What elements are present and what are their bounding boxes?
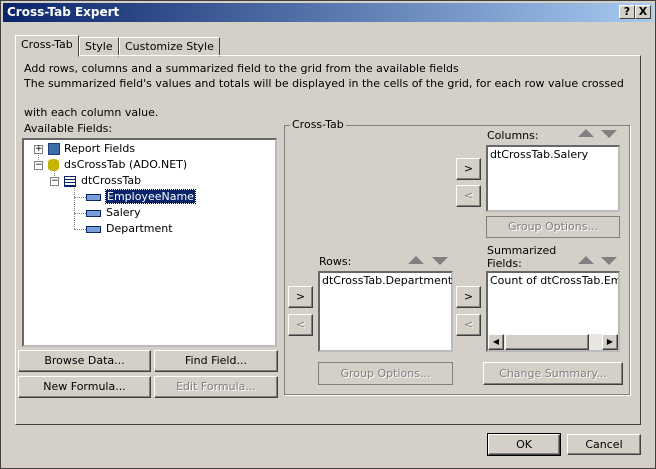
tree-item-label: dsCrossTab (ADO.NET) [64,158,188,171]
rows-group-options-button[interactable]: Group Options... [318,362,453,385]
horizontal-scrollbar[interactable]: ◀ ▶ [488,334,618,350]
summarized-fields-label-2: Fields: [487,257,522,270]
add-row-button[interactable]: > [288,286,313,308]
field-icon [86,225,101,233]
close-button[interactable]: X [635,5,651,19]
add-column-button[interactable]: > [456,158,481,180]
tree-item-label: Department [106,222,173,235]
add-summarized-button[interactable]: > [456,286,481,308]
scrollbar-thumb[interactable] [505,334,589,350]
title-bar: Cross-Tab Expert ? X [3,3,653,22]
report-fields-icon [48,143,60,155]
columns-label: Columns: [487,129,539,142]
tab-customize-style[interactable]: Customize Style [119,37,220,57]
collapse-icon[interactable]: − [50,177,59,186]
tree-item-field-department[interactable]: Department [86,221,173,236]
tree-item-field-employeename[interactable]: EmployeeName [86,189,196,204]
remove-summarized-button[interactable]: < [456,314,481,336]
scroll-left-icon[interactable]: ◀ [488,334,504,350]
instruction-line-3: with each column value. [24,106,159,119]
rows-label: Rows: [319,255,352,268]
cross-tab-group-label: Cross-Tab [290,118,346,131]
list-item[interactable]: dtCrossTab.Department [322,274,452,287]
tab-cross-tab[interactable]: Cross-Tab [15,35,79,57]
move-up-icon[interactable] [578,256,594,264]
columns-list[interactable]: dtCrossTab.Salery [486,145,620,212]
summarized-fields-label-1: Summarized [487,244,557,257]
cancel-button[interactable]: Cancel [567,434,641,455]
available-fields-label: Available Fields: [24,122,113,135]
list-item[interactable]: Count of dtCrossTab.Emplo [490,274,618,287]
remove-column-button[interactable]: < [456,185,481,207]
remove-row-button[interactable]: < [288,314,313,336]
find-field-button[interactable]: Find Field... [154,350,278,372]
field-icon [86,209,101,217]
instruction-line-1: Add rows, columns and a summarized field… [24,62,459,75]
cross-tab-expert-dialog: Cross-Tab Expert ? X Cross-Tab Style Cus… [0,0,656,469]
move-up-icon[interactable] [408,256,424,264]
available-fields-tree[interactable]: + Report Fields − dsCrossTab (ADO.NET) −… [22,138,277,347]
instruction-line-2: The summarized field's values and totals… [24,77,624,90]
new-formula-button[interactable]: New Formula... [18,376,151,398]
field-icon [86,193,101,201]
edit-formula-button[interactable]: Edit Formula... [154,376,278,398]
columns-group-options-button[interactable]: Group Options... [486,216,620,238]
tree-item-label: EmployeeName [105,189,196,204]
browse-data-button[interactable]: Browse Data... [18,350,151,372]
tree-item-dataset[interactable]: dsCrossTab (ADO.NET) [48,157,187,172]
scroll-right-icon[interactable]: ▶ [602,334,618,350]
help-button[interactable]: ? [619,5,635,19]
tree-item-label: Report Fields [64,142,136,155]
expand-icon[interactable]: + [34,145,43,154]
move-down-icon[interactable] [601,257,617,265]
table-icon [64,175,76,187]
window-title: Cross-Tab Expert [7,5,120,19]
tree-item-report-fields[interactable]: Report Fields [48,141,135,156]
move-up-icon[interactable] [578,129,594,137]
list-item[interactable]: dtCrossTab.Salery [490,148,588,161]
tree-item-table[interactable]: dtCrossTab [64,173,141,188]
tree-item-label: dtCrossTab [81,174,142,187]
move-down-icon[interactable] [432,257,448,265]
summarized-fields-list[interactable]: Count of dtCrossTab.Emplo ◀ ▶ [486,271,620,352]
collapse-icon[interactable]: − [34,161,43,170]
change-summary-button[interactable]: Change Summary... [483,362,623,385]
ok-button[interactable]: OK [487,433,561,456]
database-icon [48,159,59,171]
tab-style[interactable]: Style [79,37,119,57]
rows-list[interactable]: dtCrossTab.Department [318,271,453,352]
move-down-icon[interactable] [601,130,617,138]
tree-item-label: Salery [106,206,141,219]
tree-item-field-salery[interactable]: Salery [86,205,141,220]
